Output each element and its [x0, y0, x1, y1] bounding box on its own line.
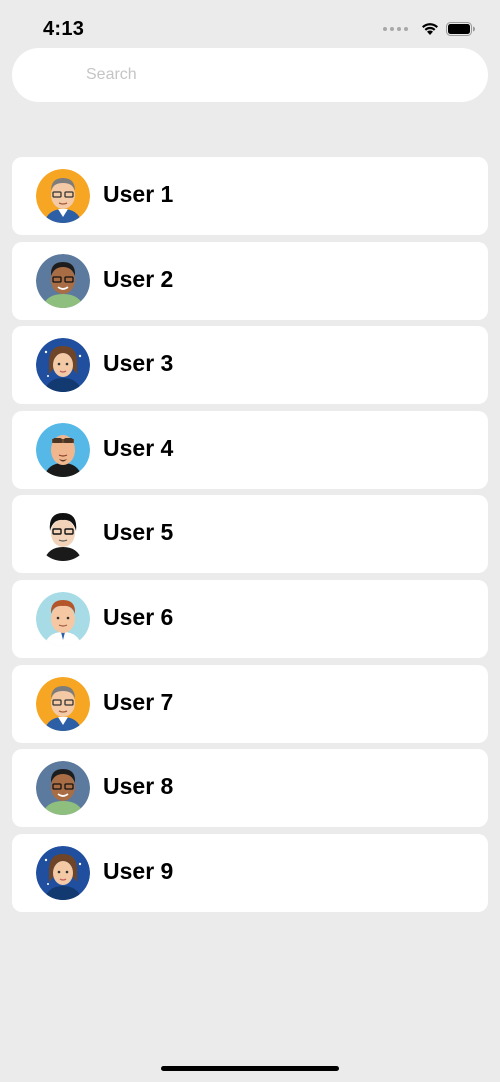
status-time: 4:13 [43, 18, 85, 40]
search-input[interactable]: Search [12, 48, 488, 102]
home-indicator[interactable] [161, 1066, 339, 1071]
avatar [36, 507, 90, 562]
avatar [36, 591, 90, 646]
list-item-user-7[interactable]: User 7 [12, 664, 488, 743]
search-placeholder: Search [86, 66, 137, 83]
avatar [36, 761, 90, 816]
user-name: User 1 [103, 181, 174, 207]
avatar [36, 422, 90, 477]
user-name: User 7 [103, 688, 174, 715]
user-name: User 4 [103, 434, 174, 461]
user-name: User 3 [103, 350, 174, 377]
user-name: User 9 [103, 857, 174, 884]
wifi-icon [422, 23, 438, 35]
user-name: User 6 [103, 603, 174, 630]
cellular-signal-icon [383, 26, 408, 31]
list-item-user-6[interactable]: User 6 [12, 579, 488, 658]
list-item-user-3[interactable]: User 3 [12, 326, 488, 405]
avatar [36, 253, 90, 308]
battery-icon [446, 21, 475, 36]
list-item-user-8[interactable]: User 8 [12, 749, 488, 828]
status-icons [383, 21, 476, 36]
list-item-user-5[interactable]: User 5 [12, 495, 488, 574]
user-list: User 1 User 2 User 3 User 4 User 5 User … [12, 157, 488, 918]
avatar [36, 338, 90, 393]
user-name: User 5 [103, 519, 174, 546]
list-item-user-2[interactable]: User 2 [12, 241, 488, 320]
list-item-user-4[interactable]: User 4 [12, 410, 488, 489]
list-item-user-1[interactable]: User 1 [12, 157, 488, 235]
avatar [36, 845, 90, 900]
user-name: User 8 [103, 773, 174, 800]
avatar [36, 169, 90, 223]
avatar [36, 676, 90, 731]
user-name: User 2 [103, 265, 174, 292]
list-item-user-9[interactable]: User 9 [12, 833, 488, 912]
